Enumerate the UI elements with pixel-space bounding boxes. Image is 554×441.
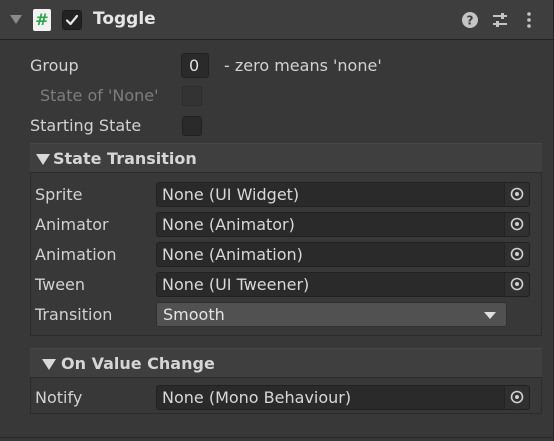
animation-value: None (Animation) (162, 245, 303, 264)
animation-label: Animation (35, 245, 117, 264)
state-transition-foldout-icon[interactable] (36, 154, 50, 165)
group-label: Group (30, 56, 79, 75)
animator-value: None (Animator) (162, 215, 295, 234)
transition-value: Smooth (163, 305, 225, 324)
chevron-down-icon (484, 312, 496, 319)
object-picker-icon[interactable] (504, 273, 529, 296)
animator-label: Animator (35, 215, 109, 234)
state-transition-title: State Transition (53, 149, 197, 168)
sprite-label: Sprite (35, 185, 83, 204)
state-transition-header[interactable]: State Transition (30, 143, 542, 173)
object-picker-icon[interactable] (504, 386, 529, 409)
state-of-none-checkbox (182, 86, 202, 106)
animation-field[interactable]: None (Animation) (156, 242, 530, 267)
transition-dropdown[interactable]: Smooth (156, 302, 507, 327)
svg-text:?: ? (467, 14, 474, 28)
help-icon[interactable]: ? (461, 11, 479, 29)
tween-label: Tween (35, 275, 86, 294)
object-picker-icon[interactable] (504, 213, 529, 236)
notify-value: None (Mono Behaviour) (162, 388, 352, 407)
sprite-value: None (UI Widget) (162, 185, 300, 204)
preset-icon[interactable] (491, 11, 509, 29)
component-enabled-checkbox[interactable] (62, 10, 82, 30)
foldout-arrow-icon[interactable] (10, 15, 22, 24)
state-of-none-label: State of 'None' (40, 86, 159, 105)
tween-field[interactable]: None (UI Tweener) (156, 272, 530, 297)
starting-state-checkbox[interactable] (182, 116, 202, 136)
component-title: Toggle (93, 9, 156, 29)
checkmark-icon (65, 14, 79, 26)
object-picker-icon[interactable] (504, 183, 529, 206)
tween-value: None (UI Tweener) (162, 275, 310, 294)
starting-state-label: Starting State (30, 116, 142, 135)
menu-icon[interactable] (520, 11, 538, 29)
inspector-panel: # Toggle ? Group 0 - zero means 'none' S… (0, 0, 554, 441)
group-hint: - zero means 'none' (224, 56, 382, 75)
transition-label: Transition (35, 305, 113, 324)
script-icon: # (33, 9, 51, 31)
component-header[interactable]: # Toggle ? (0, 0, 553, 40)
notify-field[interactable]: None (Mono Behaviour) (156, 385, 530, 410)
group-input[interactable]: 0 (181, 53, 209, 78)
divider (0, 437, 553, 438)
on-value-change-title: On Value Change (61, 354, 215, 373)
on-value-change-foldout-icon[interactable] (42, 359, 56, 370)
animator-field[interactable]: None (Animator) (156, 212, 530, 237)
sprite-field[interactable]: None (UI Widget) (156, 182, 530, 207)
object-picker-icon[interactable] (504, 243, 529, 266)
on-value-change-header[interactable]: On Value Change (30, 348, 542, 378)
notify-label: Notify (35, 388, 83, 407)
